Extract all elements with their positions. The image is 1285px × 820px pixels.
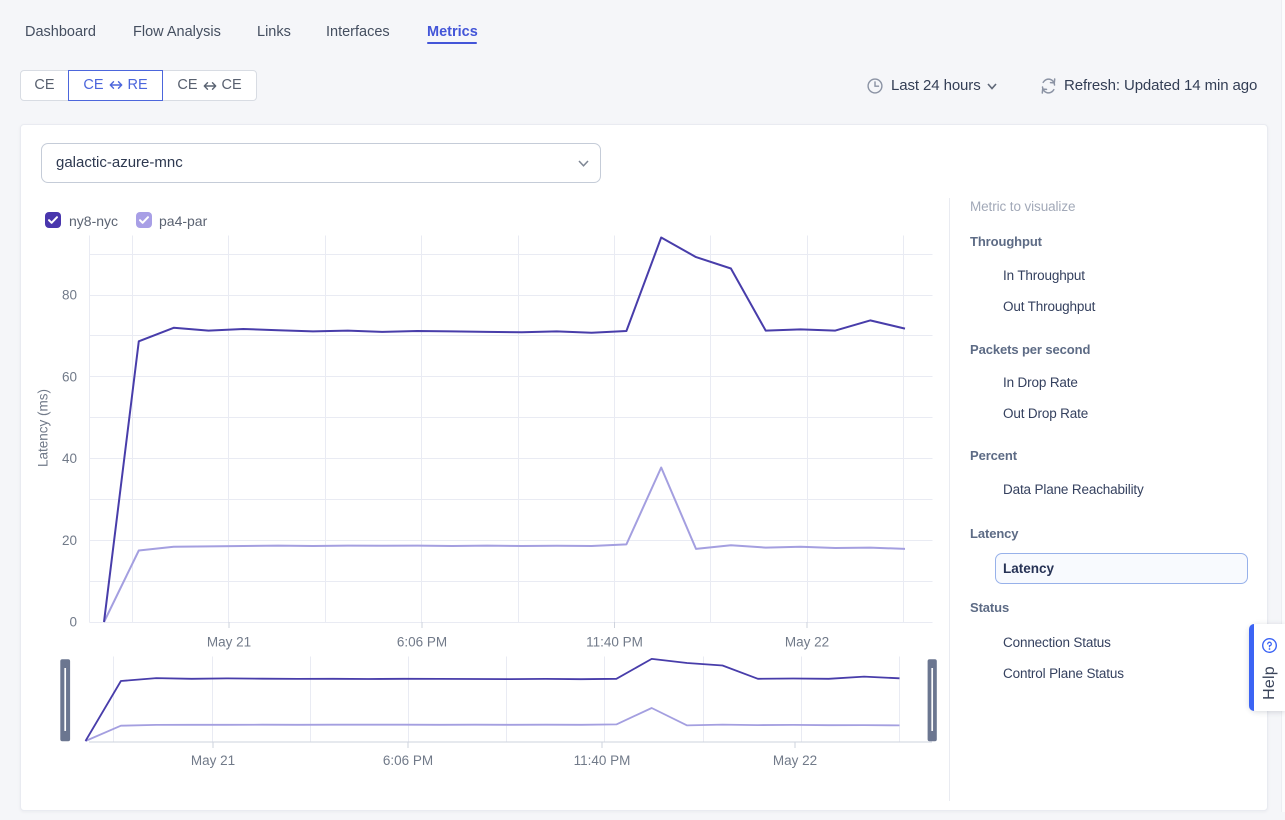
- svg-text:0: 0: [69, 615, 77, 630]
- svg-text:80: 80: [62, 288, 77, 303]
- svg-text:Latency (ms): Latency (ms): [36, 389, 51, 467]
- svg-text:May 22: May 22: [785, 635, 829, 650]
- svg-text:60: 60: [62, 369, 77, 384]
- svg-text:20: 20: [62, 533, 77, 548]
- svg-text:11:40 PM: 11:40 PM: [586, 635, 643, 650]
- svg-text:6:06 PM: 6:06 PM: [383, 753, 433, 768]
- svg-text:6:06 PM: 6:06 PM: [397, 635, 447, 650]
- svg-text:May 22: May 22: [773, 753, 817, 768]
- svg-text:11:40 PM: 11:40 PM: [574, 753, 631, 768]
- svg-text:May 21: May 21: [191, 753, 235, 768]
- svg-text:40: 40: [62, 451, 77, 466]
- svg-text:May 21: May 21: [207, 635, 251, 650]
